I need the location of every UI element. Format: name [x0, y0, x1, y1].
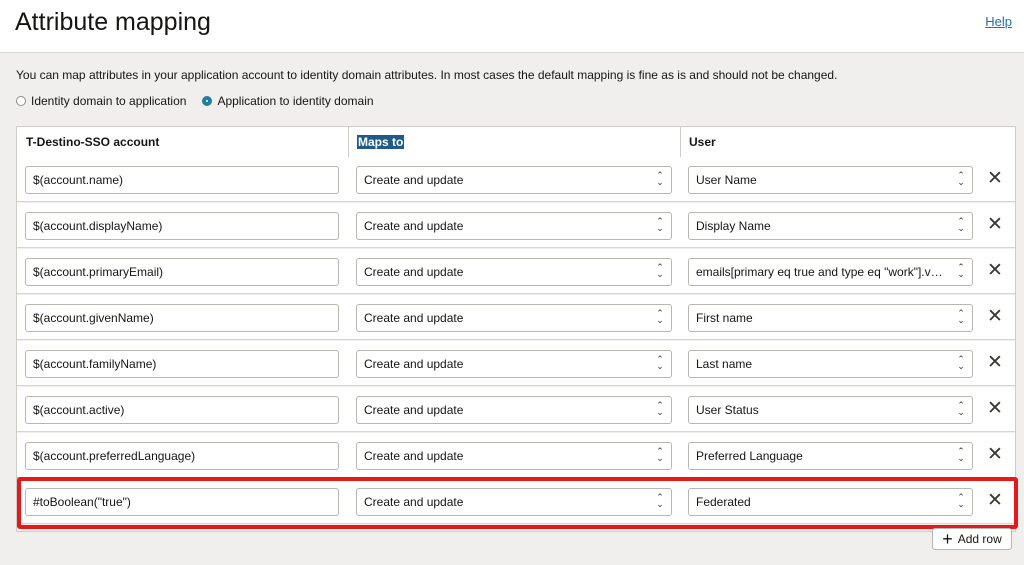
chevron-up-down-icon: ⌃ ⌄	[656, 308, 664, 325]
target-attribute-select[interactable]: Display Name ⌃ ⌄	[688, 212, 973, 240]
maps-to-value: Create and update	[364, 403, 464, 417]
table-row: #toBoolean("true") Create and update ⌃ ⌄ Fed…	[17, 479, 1015, 524]
target-attribute-value: First name	[696, 311, 753, 325]
target-attribute-value: Display Name	[696, 219, 771, 233]
maps-to-select[interactable]: Create and update ⌃ ⌄	[356, 488, 672, 516]
chevron-up-down-icon: ⌃ ⌄	[656, 354, 664, 371]
chevron-up-down-icon: ⌃ ⌄	[957, 354, 965, 371]
column-header-maps-to: Maps to	[349, 127, 681, 157]
target-attribute-select[interactable]: Preferred Language ⌃ ⌄	[688, 442, 973, 470]
target-attribute-select[interactable]: Federated ⌃ ⌄	[688, 488, 973, 516]
help-link[interactable]: Help	[985, 14, 1012, 29]
maps-to-select[interactable]: Create and update ⌃ ⌄	[356, 442, 672, 470]
table-row: $(account.active) Create and update ⌃ ⌄ User…	[17, 387, 1015, 432]
chevron-up-down-icon: ⌃ ⌄	[957, 170, 965, 187]
delete-row-icon[interactable]: ✕	[987, 307, 1003, 327]
radio-button-identity-to-application[interactable]	[16, 96, 26, 106]
direction-radio-group: Identity domain to application Applicati…	[16, 94, 390, 108]
radio-option-application-to-identity[interactable]: Application to identity domain	[202, 94, 374, 108]
table-row: $(account.name) Create and update ⌃ ⌄ User N…	[17, 157, 1015, 202]
delete-row-icon[interactable]: ✕	[987, 445, 1003, 465]
chevron-up-down-icon: ⌃ ⌄	[656, 492, 664, 509]
target-attribute-value: User Name	[696, 173, 757, 187]
delete-row-icon[interactable]: ✕	[987, 215, 1003, 235]
add-row-button[interactable]: + Add row	[932, 528, 1012, 550]
maps-to-value: Create and update	[364, 311, 464, 325]
chevron-up-down-icon: ⌃ ⌄	[656, 262, 664, 279]
maps-to-value: Create and update	[364, 495, 464, 509]
target-attribute-value: Federated	[696, 495, 751, 509]
radio-label: Application to identity domain	[217, 94, 374, 108]
description-text: You can map attributes in your applicati…	[16, 68, 838, 82]
table-row: $(account.displayName) Create and update ⌃…	[17, 203, 1015, 248]
chevron-up-down-icon: ⌃ ⌄	[656, 400, 664, 417]
target-attribute-value: emails[primary eq true and type eq "work…	[696, 265, 948, 279]
page-title: Attribute mapping	[15, 8, 211, 36]
radio-label: Identity domain to application	[31, 94, 187, 108]
column-header-source: T-Destino-SSO account	[17, 127, 349, 157]
maps-to-value: Create and update	[364, 219, 464, 233]
table-body: $(account.name) Create and update ⌃ ⌄ User N…	[17, 157, 1015, 524]
chevron-up-down-icon: ⌃ ⌄	[957, 400, 965, 417]
source-expression-input[interactable]: $(account.name)	[25, 166, 339, 194]
chevron-up-down-icon: ⌃ ⌄	[957, 262, 965, 279]
source-expression-input[interactable]: $(account.active)	[25, 396, 339, 424]
target-attribute-value: User Status	[696, 403, 759, 417]
maps-to-select[interactable]: Create and update ⌃ ⌄	[356, 212, 672, 240]
target-attribute-select[interactable]: Last name ⌃ ⌄	[688, 350, 973, 378]
chevron-up-down-icon: ⌃ ⌄	[957, 308, 965, 325]
delete-row-icon[interactable]: ✕	[987, 353, 1003, 373]
column-header-target: User	[689, 135, 716, 149]
delete-row-icon[interactable]: ✕	[987, 169, 1003, 189]
source-expression-input[interactable]: $(account.primaryEmail)	[25, 258, 339, 286]
plus-icon: +	[942, 529, 953, 549]
chevron-up-down-icon: ⌃ ⌄	[656, 170, 664, 187]
chevron-up-down-icon: ⌃ ⌄	[957, 216, 965, 233]
source-expression-input[interactable]: $(account.preferredLanguage)	[25, 442, 339, 470]
target-attribute-select[interactable]: emails[primary eq true and type eq "work…	[688, 258, 973, 286]
attribute-mapping-table: T-Destino-SSO account Maps to User $(acc…	[16, 126, 1016, 532]
page-header: Attribute mapping Help	[0, 0, 1024, 53]
maps-to-value: Create and update	[364, 173, 464, 187]
table-row: $(account.primaryEmail) Create and update…	[17, 249, 1015, 294]
target-attribute-select[interactable]: User Name ⌃ ⌄	[688, 166, 973, 194]
column-header-maps-to-label: Maps to	[357, 135, 405, 149]
chevron-up-down-icon: ⌃ ⌄	[656, 216, 664, 233]
table-row: $(account.preferredLanguage) Create and u…	[17, 433, 1015, 478]
maps-to-value: Create and update	[364, 449, 464, 463]
source-expression-input[interactable]: #toBoolean("true")	[25, 488, 339, 516]
table-row: $(account.givenName) Create and update ⌃ ⌄ F…	[17, 295, 1015, 340]
maps-to-select[interactable]: Create and update ⌃ ⌄	[356, 258, 672, 286]
chevron-up-down-icon: ⌃ ⌄	[656, 446, 664, 463]
target-attribute-select[interactable]: First name ⌃ ⌄	[688, 304, 973, 332]
add-row-label: Add row	[957, 532, 1002, 546]
maps-to-value: Create and update	[364, 357, 464, 371]
radio-button-application-to-identity[interactable]	[202, 96, 213, 106]
target-attribute-value: Last name	[696, 357, 753, 371]
source-expression-input[interactable]: $(account.displayName)	[25, 212, 339, 240]
maps-to-value: Create and update	[364, 265, 464, 279]
delete-row-icon[interactable]: ✕	[987, 399, 1003, 419]
maps-to-select[interactable]: Create and update ⌃ ⌄	[356, 396, 672, 424]
radio-option-identity-to-application[interactable]: Identity domain to application	[16, 94, 186, 108]
maps-to-select[interactable]: Create and update ⌃ ⌄	[356, 304, 672, 332]
table-row: $(account.familyName) Create and update ⌃ ⌄…	[17, 341, 1015, 386]
source-expression-input[interactable]: $(account.givenName)	[25, 304, 339, 332]
maps-to-select[interactable]: Create and update ⌃ ⌄	[356, 350, 672, 378]
source-expression-input[interactable]: $(account.familyName)	[25, 350, 339, 378]
delete-row-icon[interactable]: ✕	[987, 261, 1003, 281]
target-attribute-value: Preferred Language	[696, 449, 803, 463]
target-attribute-select[interactable]: User Status ⌃ ⌄	[688, 396, 973, 424]
table-header: T-Destino-SSO account Maps to User	[17, 127, 1015, 158]
chevron-up-down-icon: ⌃ ⌄	[957, 492, 965, 509]
delete-row-icon[interactable]: ✕	[987, 491, 1003, 511]
chevron-up-down-icon: ⌃ ⌄	[957, 446, 965, 463]
maps-to-select[interactable]: Create and update ⌃ ⌄	[356, 166, 672, 194]
